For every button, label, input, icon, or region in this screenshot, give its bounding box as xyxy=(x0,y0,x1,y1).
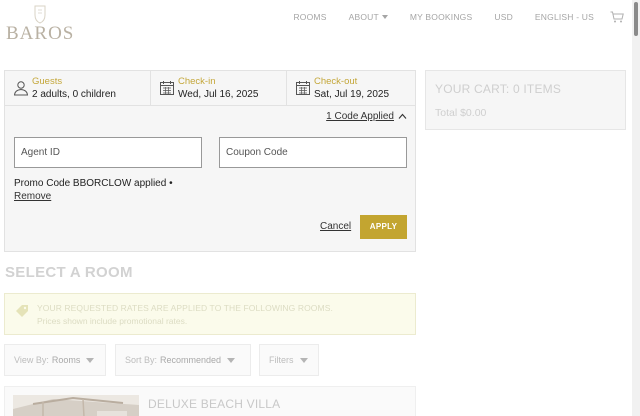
rates-notice: YOUR REQUESTED RATES ARE APPLIED TO THE … xyxy=(4,293,416,335)
nav-about[interactable]: ABOUT xyxy=(349,12,388,22)
calendar-icon xyxy=(296,81,310,95)
sort-by-dropdown[interactable]: Sort By: Recommended xyxy=(115,344,251,376)
cart-total: Total $0.00 xyxy=(435,107,487,119)
promo-code-status: Promo Code BBORCLOW applied • xyxy=(14,178,173,189)
sort-by-value: Recommended xyxy=(160,355,222,365)
checkin-label: Check-in xyxy=(178,76,216,87)
select-room-title: SELECT A ROOM xyxy=(5,264,133,281)
top-navigation: ROOMS ABOUT MY BOOKINGS USD ENGLISH - US xyxy=(271,10,624,24)
caret-down-icon xyxy=(227,357,236,363)
checkout-value: Sat, Jul 19, 2025 xyxy=(314,89,390,100)
filters-dropdown[interactable]: Filters xyxy=(259,344,319,376)
notice-headline: YOUR REQUESTED RATES ARE APPLIED TO THE … xyxy=(37,303,333,313)
scrollbar-thumb[interactable] xyxy=(634,2,638,36)
checkin-value: Wed, Jul 16, 2025 xyxy=(178,89,259,100)
view-by-dropdown[interactable]: View By: Rooms xyxy=(4,344,106,376)
remove-promo-link[interactable]: Remove xyxy=(14,191,51,202)
guests-label: Guests xyxy=(32,76,63,87)
caret-down-icon xyxy=(381,15,388,19)
caret-down-icon xyxy=(86,357,95,363)
codes-applied-label: 1 Code Applied xyxy=(326,111,394,122)
cancel-button[interactable]: Cancel xyxy=(320,221,351,232)
nav-about-label: ABOUT xyxy=(348,12,379,22)
logo-emblem-icon xyxy=(34,5,46,24)
nav-rooms[interactable]: ROOMS xyxy=(293,12,326,22)
guests-value: 2 adults, 0 children xyxy=(32,89,116,100)
brand-logo[interactable]: BAROS xyxy=(6,4,74,50)
logo-text: BAROS xyxy=(6,23,75,44)
room-card: DELUXE BEACH VILLA xyxy=(4,386,416,416)
nav-my-bookings[interactable]: MY BOOKINGS xyxy=(410,12,473,22)
nav-rooms-label: ROOMS xyxy=(293,12,327,22)
codes-applied-toggle[interactable]: 1 Code Applied xyxy=(326,111,407,122)
room-name[interactable]: DELUXE BEACH VILLA xyxy=(148,397,280,411)
caret-down-icon xyxy=(299,357,308,363)
cart-panel: YOUR CART: 0 ITEMS Total $0.00 xyxy=(425,70,626,130)
shopping-cart-icon[interactable] xyxy=(610,11,624,23)
coupon-code-input[interactable] xyxy=(219,137,407,168)
cart-title: YOUR CART: 0 ITEMS xyxy=(435,82,562,96)
nav-currency[interactable]: USD xyxy=(494,12,513,22)
tag-icon xyxy=(16,305,28,317)
search-panel: Guests 2 adults, 0 children Check-in Wed… xyxy=(4,70,416,252)
person-icon xyxy=(13,81,29,96)
apply-button[interactable]: APPLY xyxy=(360,215,407,239)
calendar-icon xyxy=(160,81,174,95)
nav-language[interactable]: ENGLISH - US xyxy=(535,12,594,22)
search-summary: Guests 2 adults, 0 children Check-in Wed… xyxy=(5,71,415,106)
checkin-selector[interactable]: Check-in Wed, Jul 16, 2025 xyxy=(151,71,287,105)
nav-language-label: ENGLISH - US xyxy=(534,12,594,22)
checkout-selector[interactable]: Check-out Sat, Jul 19, 2025 xyxy=(287,71,415,105)
filters-label: Filters xyxy=(269,355,294,365)
checkout-label: Check-out xyxy=(314,76,358,87)
nav-currency-label: USD xyxy=(494,12,513,22)
chevron-up-icon xyxy=(398,113,407,119)
sort-by-label: Sort By: xyxy=(125,355,158,365)
room-photo[interactable] xyxy=(13,395,139,416)
view-by-label: View By: xyxy=(14,355,49,365)
nav-my-bookings-label: MY BOOKINGS xyxy=(409,12,473,22)
notice-subtext: Prices shown include promotional rates. xyxy=(37,316,188,326)
agent-id-input[interactable] xyxy=(14,137,202,168)
guests-selector[interactable]: Guests 2 adults, 0 children xyxy=(5,71,151,105)
page-scrollbar[interactable] xyxy=(632,0,640,416)
room-photo-illustration xyxy=(13,395,139,416)
view-by-value: Rooms xyxy=(51,355,81,365)
